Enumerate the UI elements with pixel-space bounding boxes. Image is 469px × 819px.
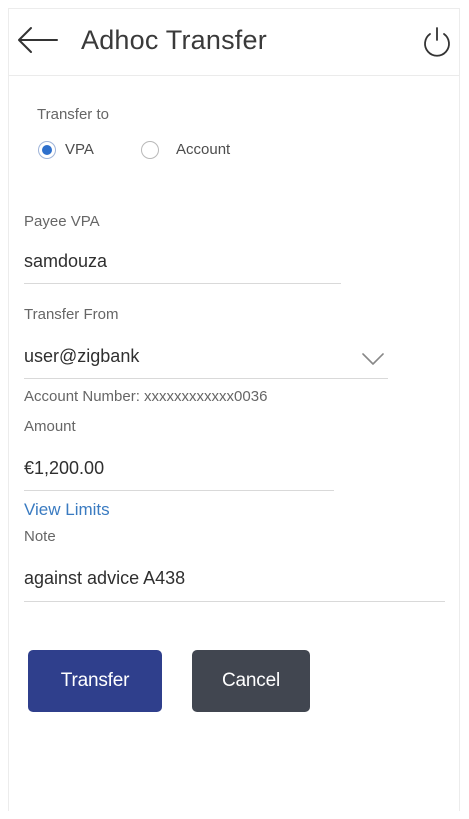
- transfer-from-underline: [24, 378, 388, 379]
- payee-vpa-label: Payee VPA: [24, 213, 100, 230]
- transfer-to-label: Transfer to: [37, 106, 109, 123]
- radio-vpa[interactable]: [38, 141, 56, 159]
- payee-vpa-underline: [24, 283, 341, 284]
- arrow-left-icon[interactable]: [15, 25, 59, 55]
- page-title: Adhoc Transfer: [81, 25, 267, 55]
- radio-account[interactable]: [141, 141, 159, 159]
- transfer-from-label: Transfer From: [24, 306, 119, 323]
- note-input[interactable]: against advice A438: [24, 568, 185, 589]
- transfer-from-select[interactable]: user@zigbank: [24, 346, 139, 367]
- transfer-button[interactable]: Transfer: [28, 650, 162, 712]
- cancel-button[interactable]: Cancel: [192, 650, 310, 712]
- power-icon[interactable]: [421, 25, 453, 59]
- amount-underline: [24, 490, 334, 491]
- amount-input[interactable]: €1,200.00: [24, 458, 104, 479]
- app-header: Adhoc Transfer: [9, 9, 459, 76]
- chevron-down-icon[interactable]: [361, 352, 385, 366]
- radio-vpa-label[interactable]: VPA: [65, 141, 94, 158]
- amount-label: Amount: [24, 418, 76, 435]
- radio-account-label[interactable]: Account: [176, 141, 230, 158]
- payee-vpa-input[interactable]: samdouza: [24, 251, 107, 272]
- view-limits-link[interactable]: View Limits: [24, 500, 110, 520]
- account-number-text: Account Number: xxxxxxxxxxxx0036: [24, 388, 268, 405]
- note-underline: [24, 601, 445, 602]
- note-label: Note: [24, 528, 56, 545]
- app-frame: Adhoc Transfer Transfer to VPA Account P…: [8, 8, 460, 811]
